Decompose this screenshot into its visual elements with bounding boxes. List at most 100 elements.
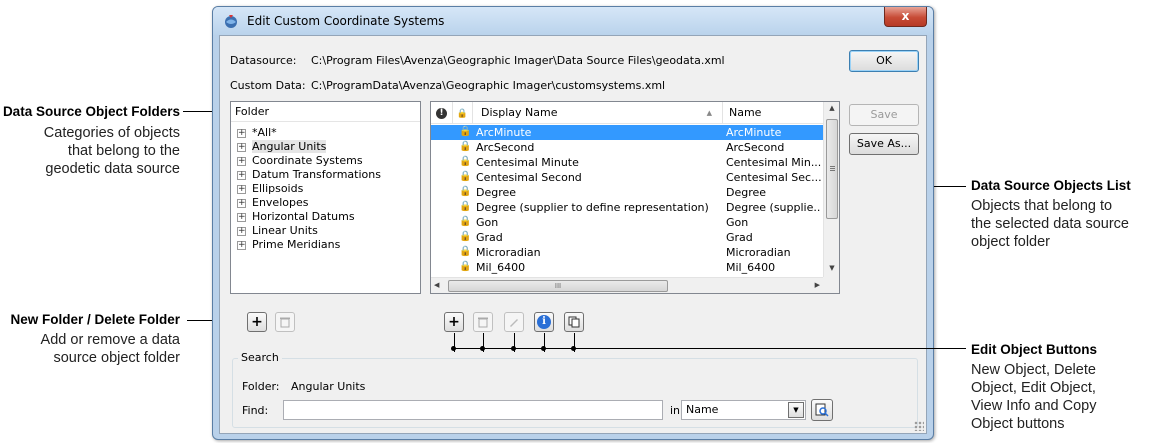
vertical-scroll-thumb[interactable] — [826, 119, 838, 219]
annotation-new-delete-title: New Folder / Delete Folder — [10, 312, 180, 327]
annotation-objects-list-title: Data Source Objects List — [971, 178, 1131, 193]
dropdown-arrow-icon[interactable]: ▼ — [788, 402, 804, 418]
lock-icon: 🔒 — [456, 109, 469, 119]
folder-item-coordinate-systems[interactable]: + Coordinate Systems — [237, 154, 363, 169]
horizontal-scrollbar[interactable]: ◀ III ▶ — [431, 277, 823, 293]
vertical-scrollbar[interactable]: ▲ ▼ — [823, 102, 839, 277]
expand-icon[interactable]: + — [237, 170, 246, 180]
expand-icon[interactable]: + — [237, 226, 246, 236]
save-as-button[interactable]: Save As... — [849, 133, 919, 155]
scroll-corner — [823, 277, 839, 293]
lock-icon: 🔒 — [459, 261, 472, 272]
folder-item-linear-units[interactable]: + Linear Units — [237, 224, 318, 239]
lock-icon: 🔒 — [459, 141, 472, 152]
folder-item-all[interactable]: + *All* — [237, 126, 277, 141]
lock-icon: 🔒 — [459, 171, 472, 182]
dialog-client-area: Datasource: C:\Program Files\Avenza\Geog… — [219, 35, 927, 434]
objects-list-header: ! 🔒 Display Name ▲ Name — [431, 102, 823, 124]
window-title: Edit Custom Coordinate Systems — [247, 14, 445, 28]
edit-object-button[interactable] — [504, 312, 524, 332]
sort-ascending-icon: ▲ — [706, 109, 712, 117]
folder-item-datum-transformations[interactable]: + Datum Transformations — [237, 168, 381, 183]
annotation-edit-buttons-dot — [511, 346, 516, 351]
new-folder-button[interactable]: + — [247, 312, 267, 332]
annotation-new-delete-desc: Add or remove a data source object folde… — [40, 332, 180, 366]
resize-grip-icon[interactable] — [914, 421, 924, 431]
objects-list[interactable]: ! 🔒 Display Name ▲ Name 🔒 ArcMinute ArcMin… — [430, 101, 840, 294]
expand-icon[interactable]: + — [237, 240, 246, 250]
exclamation-icon: ! — [436, 107, 447, 119]
trash-icon — [280, 317, 290, 328]
scroll-down-icon[interactable]: ▼ — [824, 264, 839, 272]
expand-icon[interactable]: + — [237, 212, 246, 222]
trash-icon — [478, 317, 488, 328]
expand-icon[interactable]: + — [237, 128, 246, 138]
title-bar[interactable]: Edit Custom Coordinate Systems x — [213, 7, 933, 35]
folder-item-prime-meridians[interactable]: + Prime Meridians — [237, 238, 340, 253]
lock-icon: 🔒 — [459, 156, 472, 167]
edit-custom-coordinate-systems-window: Edit Custom Coordinate Systems x Datasou… — [212, 6, 934, 440]
object-row[interactable]: 🔒 Mil_6400 Mil_6400 — [431, 260, 823, 275]
object-row[interactable]: 🔒 Degree (supplier to define representati… — [431, 200, 823, 215]
annotation-edit-buttons-dot — [541, 346, 546, 351]
object-row[interactable]: 🔒 ArcSecond ArcSecond — [431, 140, 823, 155]
datasource-path: C:\Program Files\Avenza\Geographic Image… — [311, 54, 725, 67]
plus-icon: + — [251, 314, 263, 330]
annotation-edit-buttons-desc: New Object, Delete Object, Edit Object, … — [971, 362, 1097, 432]
annotation-edit-buttons-dot — [571, 346, 576, 351]
ok-button[interactable]: OK — [849, 50, 919, 72]
column-header-name[interactable]: Name — [723, 102, 823, 124]
column-header-lock[interactable]: 🔒 — [453, 102, 473, 124]
expand-icon[interactable]: + — [237, 156, 246, 166]
pencil-icon — [510, 319, 518, 327]
scroll-left-icon[interactable]: ◀ — [434, 281, 439, 289]
search-folder-label: Folder: — [242, 380, 280, 393]
annotation-objects-list-desc: Objects that belong to the selected data… — [971, 198, 1129, 250]
search-field-select[interactable]: Name ▼ — [681, 400, 806, 420]
object-row[interactable]: 🔒 Degree Degree — [431, 185, 823, 200]
in-label: in — [670, 404, 681, 417]
object-row[interactable]: 🔒 Centesimal Minute Centesimal Min... — [431, 155, 823, 170]
view-info-button[interactable]: i — [534, 312, 554, 332]
object-row[interactable]: 🔒 Microradian Microradian — [431, 245, 823, 260]
find-input[interactable] — [283, 400, 663, 420]
annotation-folders-desc: Categories of objects that belong to the… — [43, 125, 180, 177]
search-go-button[interactable] — [811, 399, 833, 421]
object-row[interactable]: 🔒 Gon Gon — [431, 215, 823, 230]
folder-tree[interactable]: Folder + *All* + Angular Units + Coordinate… — [230, 101, 421, 294]
column-header-info[interactable]: ! — [431, 102, 453, 124]
annotation-edit-buttons-dot — [480, 346, 485, 351]
new-object-button[interactable]: + — [444, 312, 464, 332]
expand-icon[interactable]: + — [237, 142, 246, 152]
object-row[interactable]: 🔒 Centesimal Second Centesimal Sec... — [431, 170, 823, 185]
delete-folder-button[interactable] — [275, 312, 295, 332]
object-row[interactable]: 🔒 ArcMinute ArcMinute — [431, 125, 823, 140]
horizontal-scroll-thumb[interactable]: III — [448, 280, 668, 292]
search-icon — [815, 403, 829, 417]
folder-item-horizontal-datums[interactable]: + Horizontal Datums — [237, 210, 355, 225]
custom-data-label: Custom Data: — [230, 79, 306, 92]
lock-icon: 🔒 — [459, 186, 472, 197]
lock-icon: 🔒 — [459, 201, 472, 212]
folder-item-angular-units[interactable]: + Angular Units — [237, 140, 327, 155]
delete-object-button[interactable] — [473, 312, 493, 332]
close-button[interactable]: x — [884, 7, 927, 27]
column-header-display-name[interactable]: Display Name ▲ — [473, 102, 723, 124]
annotation-edit-buttons-line — [453, 348, 966, 349]
app-globe-icon — [225, 15, 237, 28]
expand-icon[interactable]: + — [237, 198, 246, 208]
folder-item-ellipsoids[interactable]: + Ellipsoids — [237, 182, 303, 197]
find-label: Find: — [242, 404, 269, 417]
scroll-up-icon[interactable]: ▲ — [824, 104, 839, 112]
object-row[interactable]: 🔒 Grad Grad — [431, 230, 823, 245]
scroll-right-icon[interactable]: ▶ — [815, 281, 820, 289]
copy-object-button[interactable] — [564, 312, 584, 332]
plus-icon: + — [448, 314, 460, 330]
info-icon: i — [537, 315, 551, 329]
save-button[interactable]: Save — [849, 104, 919, 126]
annotation-edit-buttons-title: Edit Object Buttons — [971, 342, 1097, 357]
lock-icon: 🔒 — [459, 216, 472, 227]
copy-icon — [568, 316, 580, 328]
expand-icon[interactable]: + — [237, 184, 246, 194]
folder-item-envelopes[interactable]: + Envelopes — [237, 196, 308, 211]
